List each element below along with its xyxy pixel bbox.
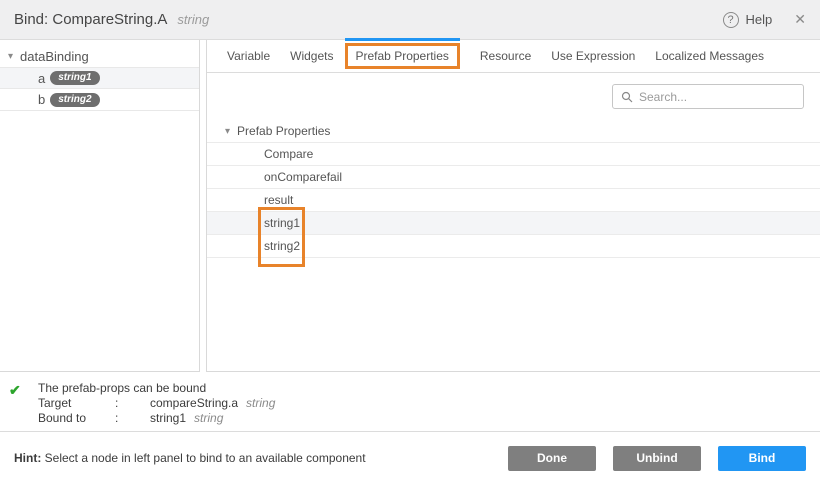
help-icon[interactable]: ? [723, 12, 739, 28]
bind-dialog: Bind: CompareString.A string ? Help ✕ ▾ … [0, 0, 820, 484]
search-input[interactable] [639, 90, 795, 104]
status-message-text: The prefab-props can be bound [38, 381, 206, 396]
tree-root-label: dataBinding [20, 49, 89, 64]
tree-node-a[interactable]: a string1 [0, 67, 199, 89]
hint-body: Select a node in left panel to bind to a… [41, 451, 365, 465]
tab-variable[interactable]: Variable [227, 49, 270, 63]
status-boundto-value: string1 [150, 411, 186, 426]
status-target-label: Target [38, 396, 115, 411]
tree-node-label: a [38, 71, 45, 86]
status-boundto-label: Bound to [38, 411, 115, 426]
tab-localized-messages[interactable]: Localized Messages [655, 49, 764, 63]
status-separator: : [115, 396, 150, 411]
data-binding-panel: ▾ dataBinding a string1 b string2 [0, 40, 200, 372]
tab-prefab-properties[interactable]: Prefab Properties [345, 43, 460, 69]
prefab-property-label: string2 [264, 239, 300, 253]
bind-type-label: string [177, 12, 209, 27]
prefab-property-label: Compare [264, 147, 313, 161]
status-target-value: compareString.a [150, 396, 238, 411]
status-boundto-row: Bound to : string1 string [38, 411, 808, 426]
prefab-properties-tree: ▾ Prefab Properties Compare onComparefai… [207, 120, 820, 371]
search-icon [621, 91, 633, 103]
dialog-footer: Hint: Select a node in left panel to bin… [0, 432, 820, 484]
prefab-property-label: result [264, 193, 293, 207]
status-separator: : [115, 411, 150, 426]
tree-root-prefab-properties[interactable]: ▾ Prefab Properties [207, 120, 820, 143]
close-icon[interactable]: ✕ [794, 11, 806, 28]
prefab-property-label: onComparefail [264, 170, 342, 184]
prefab-property-row-result[interactable]: result [207, 189, 820, 212]
prefab-property-label: string1 [264, 216, 300, 230]
check-icon: ✔ [9, 382, 21, 399]
status-target-row: Target : compareString.a string [38, 396, 808, 411]
prefab-property-row-string2[interactable]: string2 [207, 235, 820, 258]
caret-down-icon: ▾ [8, 51, 13, 62]
tab-widgets[interactable]: Widgets [290, 49, 333, 63]
bind-source-panel: Variable Widgets Prefab Properties Resou… [206, 40, 820, 372]
help-link[interactable]: Help [746, 12, 773, 27]
dialog-header: Bind: CompareString.A string ? Help ✕ [0, 0, 820, 40]
dialog-title: Bind: CompareString.A [14, 11, 167, 28]
tree-node-label: b [38, 92, 45, 107]
hint-label: Hint: [14, 451, 41, 465]
status-message: The prefab-props can be bound [38, 381, 808, 396]
tree-node-b[interactable]: b string2 [0, 89, 199, 111]
prefab-property-row-string1[interactable]: string1 [207, 212, 820, 235]
tree-root-label: Prefab Properties [237, 124, 330, 138]
tab-bar: Variable Widgets Prefab Properties Resou… [207, 40, 820, 73]
hint-text: Hint: Select a node in left panel to bin… [14, 451, 366, 465]
tree-root-databinding[interactable]: ▾ dataBinding [0, 45, 199, 67]
caret-down-icon: ▾ [225, 126, 230, 137]
dialog-body: ▾ dataBinding a string1 b string2 Variab… [0, 40, 820, 372]
search-row [207, 73, 820, 120]
bound-value-badge: string2 [50, 93, 99, 107]
bound-value-badge: string1 [50, 71, 99, 85]
footer-buttons: Done Unbind Bind [491, 446, 806, 471]
status-target-type: string [246, 396, 275, 411]
done-button[interactable]: Done [508, 446, 596, 471]
search-box[interactable] [612, 84, 804, 109]
bind-button[interactable]: Bind [718, 446, 806, 471]
unbind-button[interactable]: Unbind [613, 446, 701, 471]
prefab-property-row-compare[interactable]: Compare [207, 143, 820, 166]
status-boundto-type: string [194, 411, 223, 426]
tab-resource[interactable]: Resource [480, 49, 531, 63]
binding-status: ✔ The prefab-props can be bound Target :… [0, 372, 820, 432]
prefab-property-row-oncomparefail[interactable]: onComparefail [207, 166, 820, 189]
tab-use-expression[interactable]: Use Expression [551, 49, 635, 63]
